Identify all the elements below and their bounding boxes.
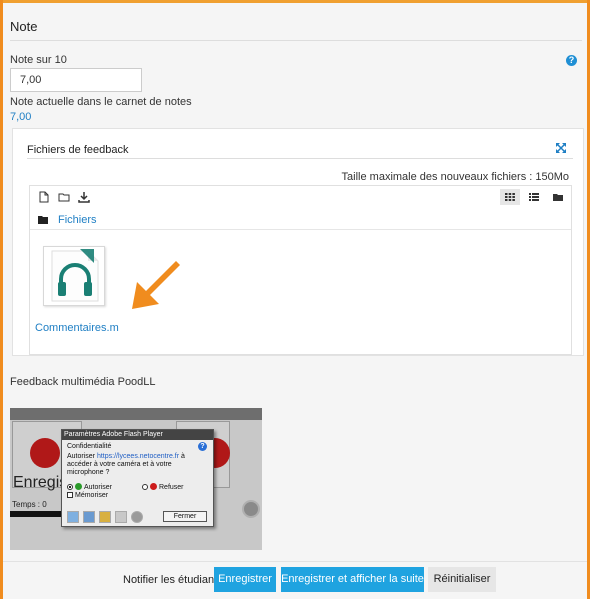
privacy-tab-icon[interactable] (83, 511, 95, 523)
annotation-arrow-icon (132, 261, 180, 309)
reset-button[interactable]: Réinitialiser (428, 567, 496, 592)
remember-label: Mémoriser (75, 492, 109, 499)
dialog-help-icon[interactable]: ? (198, 442, 207, 451)
grid-view-icon[interactable] (500, 189, 520, 205)
max-size-text: Taille maximale des nouveaux fichiers : … (341, 171, 569, 183)
current-grade-link[interactable]: 7,00 (10, 111, 31, 123)
dialog-url: https://lycees.netocentre.fr (96, 453, 180, 460)
list-view-icon[interactable] (524, 189, 544, 205)
top-accent-border (0, 0, 590, 3)
deny-label: Refuser (159, 484, 184, 491)
file-manager: Fichiers Commentaires.m (29, 185, 572, 355)
dialog-message-start: Autoriser (67, 453, 97, 460)
section-title: Note (10, 19, 38, 34)
time-label: Temps : (12, 500, 41, 509)
allow-radio[interactable] (67, 484, 73, 490)
time-value: 0 (42, 500, 47, 509)
current-grade-label: Note actuelle dans le carnet de notes (10, 96, 192, 108)
record-button[interactable] (30, 438, 60, 468)
file-thumbnail[interactable] (43, 246, 105, 306)
feedback-files-title: Fichiers de feedback (27, 144, 129, 156)
remember-option[interactable]: Mémoriser (67, 492, 108, 499)
storage-tab-icon[interactable] (99, 511, 111, 523)
create-folder-icon[interactable] (58, 191, 70, 203)
save-button[interactable]: Enregistrer (214, 567, 276, 592)
deny-icon (150, 483, 157, 490)
file-manager-toolbar (30, 186, 571, 208)
save-and-next-button[interactable]: Enregistrer et afficher la suite (281, 567, 424, 592)
feedback-files-divider (27, 158, 573, 159)
poodll-recorder[interactable]: Enregis Temps : 0 Paramètres Adobe Flash… (10, 408, 262, 550)
breadcrumb-root[interactable]: Fichiers (58, 214, 97, 226)
allow-option[interactable]: Autoriser (67, 483, 112, 491)
camera-tab-icon[interactable] (131, 511, 143, 523)
deny-option[interactable]: Refuser (142, 483, 184, 491)
download-icon[interactable] (78, 191, 90, 203)
time-readout: Temps : 0 (12, 500, 47, 509)
remember-checkbox[interactable] (67, 492, 73, 498)
tree-view-icon[interactable] (548, 189, 568, 205)
allow-check-icon (75, 483, 82, 490)
dialog-tab-icons (67, 511, 159, 523)
settings-gear-icon[interactable] (242, 500, 260, 518)
display-tab-icon[interactable] (67, 511, 79, 523)
flash-privacy-dialog: Paramètres Adobe Flash Player ? Confiden… (61, 429, 214, 527)
dialog-subtitle: Confidentialité (67, 443, 112, 450)
section-divider (10, 40, 582, 41)
deny-radio[interactable] (142, 484, 148, 490)
record-label: Enregis (13, 474, 68, 491)
help-icon[interactable]: ? (566, 55, 577, 66)
folder-icon (38, 216, 48, 224)
dialog-message: Autoriser https://lycees.netocentre.fr à… (67, 453, 202, 477)
notify-label: Notifier les étudiants (123, 574, 223, 586)
grading-panel: Note Note sur 10 ? 7,00 Note actuelle da… (0, 0, 590, 599)
file-manager-divider (30, 229, 571, 230)
grade-label: Note sur 10 (10, 54, 67, 66)
left-accent-border (0, 0, 3, 599)
recorder-top-bar (10, 408, 262, 420)
dialog-close-button[interactable]: Fermer (163, 511, 207, 522)
dialog-title: Paramètres Adobe Flash Player (62, 430, 213, 440)
file-name-link[interactable]: Commentaires.m (35, 322, 119, 334)
microphone-tab-icon[interactable] (115, 511, 127, 523)
allow-label: Autoriser (84, 484, 113, 491)
headphones-icon (51, 249, 99, 302)
poodll-label: Feedback multimédia PoodLL (10, 376, 156, 388)
grade-input[interactable]: 7,00 (10, 68, 142, 92)
add-file-icon[interactable] (38, 191, 50, 203)
expand-icon[interactable] (555, 142, 567, 154)
feedback-files-section: Fichiers de feedback Taille maximale des… (12, 128, 584, 356)
